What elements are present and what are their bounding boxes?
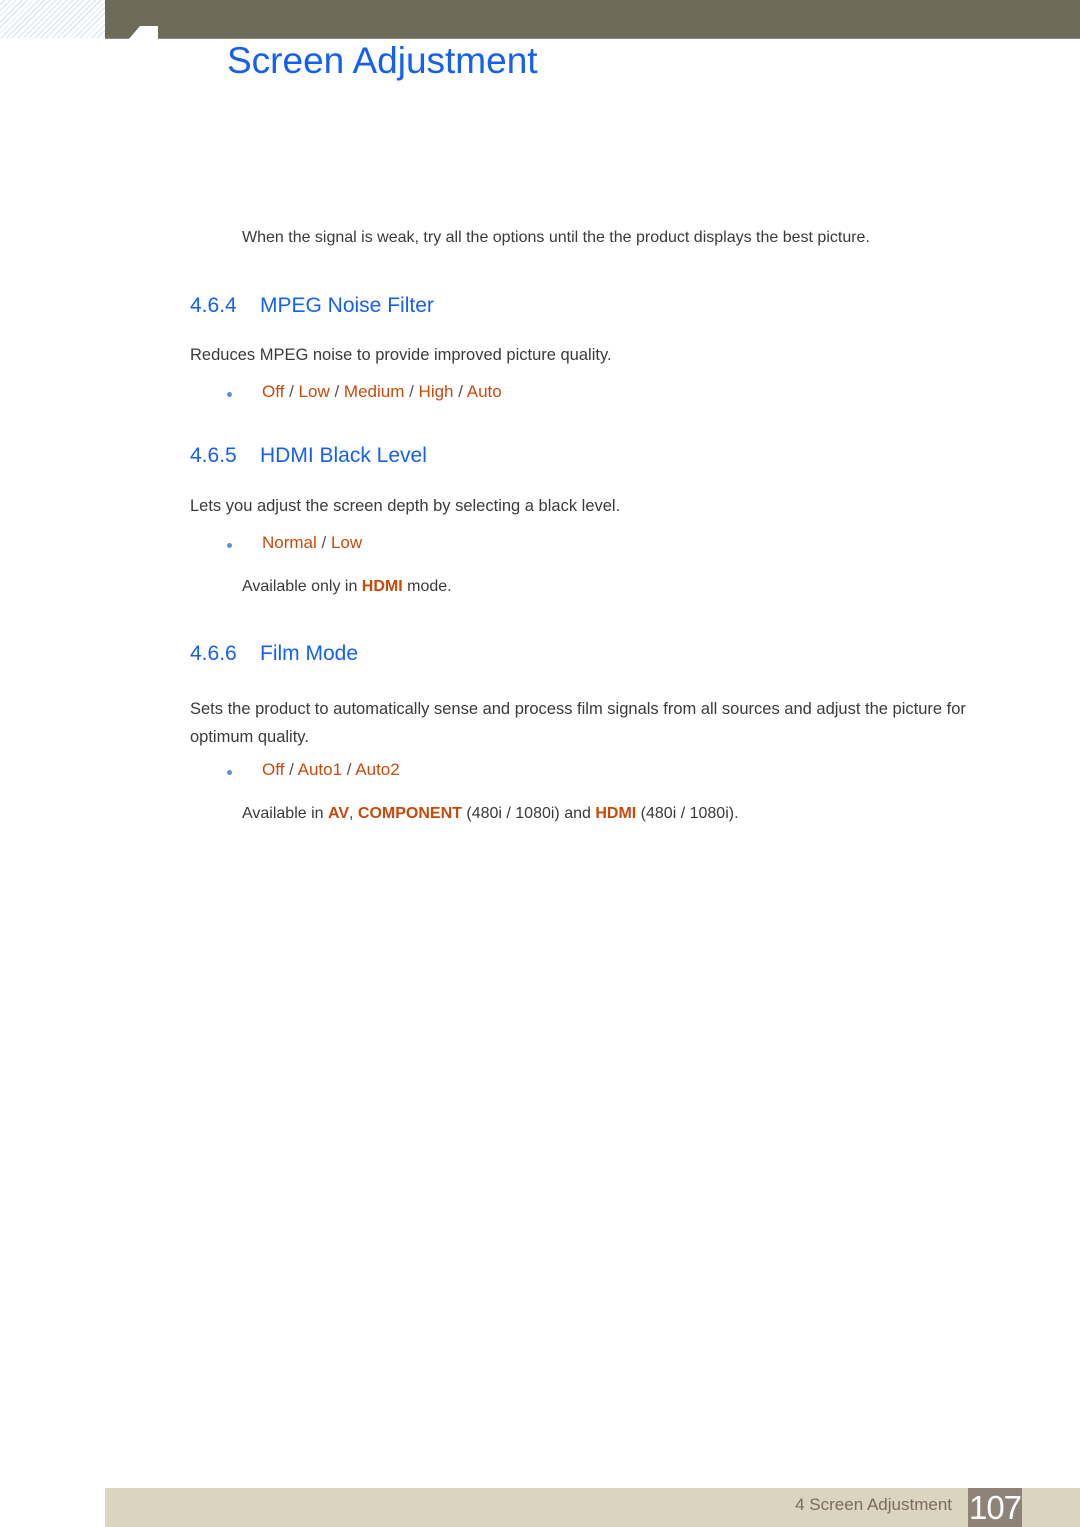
footer-chapter: 4 Screen Adjustment [795, 1495, 952, 1514]
section-number: 4.6.6 [190, 642, 237, 665]
header-hatch [0, 0, 105, 38]
option: Low [298, 382, 330, 401]
page-title: Screen Adjustment [227, 40, 538, 81]
section-title: Film Mode [260, 642, 359, 665]
section-heading-mpeg: 4.6.4 MPEG Noise Filter [190, 294, 434, 318]
option: Off [262, 382, 285, 401]
availability-note: Available in AV, COMPONENT (480i / 1080i… [242, 805, 739, 822]
option-list: Off / Low / Medium / High / Auto [262, 382, 502, 401]
section-title: HDMI Black Level [260, 444, 427, 467]
option: Low [330, 533, 363, 552]
section-number: 4.6.4 [190, 294, 237, 317]
section-description: Sets the product to automatically sense … [190, 700, 966, 746]
option: Off [262, 760, 285, 779]
option: High [418, 382, 454, 401]
header-bar [105, 0, 1080, 39]
section-heading-hdmi-black-level: 4.6.5 HDMI Black Level [190, 444, 427, 468]
option-list: Off / Auto1 / Auto2 [262, 760, 400, 779]
option: Medium [343, 382, 405, 401]
section-number: 4.6.5 [190, 444, 237, 467]
bullet-icon [227, 770, 232, 775]
bullet-icon [227, 543, 232, 548]
intro-note: When the signal is weak, try all the opt… [242, 229, 870, 246]
option: Auto1 [297, 760, 343, 779]
option: Auto2 [355, 760, 400, 779]
option: Auto [466, 382, 502, 401]
page-number: 107 [968, 1488, 1022, 1527]
bullet-icon [227, 392, 232, 397]
option: Normal [262, 533, 317, 552]
section-description: Lets you adjust the screen depth by sele… [190, 497, 621, 515]
section-title: MPEG Noise Filter [260, 294, 434, 317]
availability-note: Available only in HDMI mode. [242, 578, 452, 595]
section-heading-film-mode: 4.6.6 Film Mode [190, 642, 358, 666]
option-list: Normal / Low [262, 533, 363, 552]
section-description: Reduces MPEG noise to provide improved p… [190, 346, 612, 364]
